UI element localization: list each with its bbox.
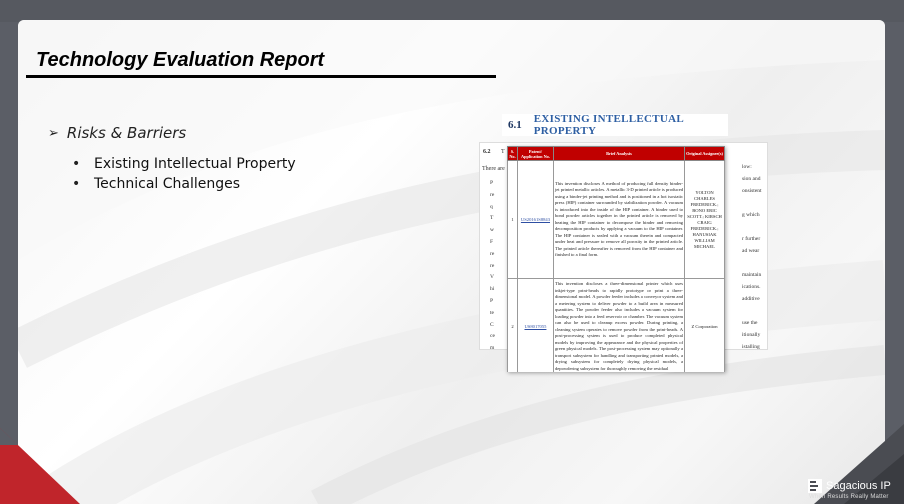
fragment xyxy=(742,221,767,233)
fragment: ications. xyxy=(742,284,761,290)
bullet-text: Existing Intellectual Property xyxy=(94,156,296,172)
bullet-list: • Existing Intellectual Property • Techn… xyxy=(72,154,296,194)
brand-logo: Sagacious IP xyxy=(808,479,891,493)
background-section-letter: T xyxy=(501,149,505,155)
document-heading-text: EXISTING INTELLECTUAL PROPERTY xyxy=(533,113,684,137)
fragment: onsistent xyxy=(742,188,762,194)
col-header-assignee: Original Assignee(s) xyxy=(684,146,725,161)
brand-name: Sagacious IP xyxy=(826,480,891,492)
fragment: sion and xyxy=(742,176,761,182)
col-header-sno: S. No. xyxy=(507,146,518,161)
cell-sno: 2 xyxy=(507,278,518,372)
cell-patent-link[interactable]: US8017055 xyxy=(516,278,554,372)
patent-table-excerpt: S. No. Patent/ Application No. Brief Ana… xyxy=(507,146,725,372)
brand-tagline: When Results Really Matter xyxy=(809,494,889,500)
sagacious-logo-icon xyxy=(808,479,822,493)
fragment xyxy=(742,305,767,317)
title-underline xyxy=(26,75,496,78)
red-corner-accent xyxy=(0,428,80,504)
slide: Technology Evaluation Report ➢ Risks & B… xyxy=(18,20,885,504)
fragment xyxy=(742,257,767,269)
fragment: itionally xyxy=(742,332,761,338)
bullet-dot-icon: • xyxy=(72,156,81,172)
document-heading-number: 6.1 xyxy=(508,119,522,131)
fragment: istalling xyxy=(742,344,760,350)
top-band xyxy=(0,0,904,22)
fragment: ad wear xyxy=(742,248,760,254)
table-row: 2 US8017055 This invention discloses a t… xyxy=(507,278,725,372)
table-header-row: S. No. Patent/ Application No. Brief Ana… xyxy=(507,146,725,161)
bullet-text: Technical Challenges xyxy=(94,176,241,192)
fragment: g which xyxy=(742,212,760,218)
bullet-dot-icon: • xyxy=(72,176,81,192)
fragment: use the xyxy=(742,320,758,326)
cell-patent-link[interactable]: US20161S8843 xyxy=(516,160,554,279)
background-intro-text: There are xyxy=(482,166,505,172)
background-right-fragments: low: sion and onsistent g which r furthe… xyxy=(742,161,767,350)
slide-title: Technology Evaluation Report xyxy=(36,49,325,71)
bullet-item: • Technical Challenges xyxy=(72,174,296,194)
fragment: low: xyxy=(742,164,752,170)
fragment: maintain xyxy=(742,272,762,278)
patent-table: S. No. Patent/ Application No. Brief Ana… xyxy=(507,146,725,372)
cell-analysis: This invention discloses A method of pro… xyxy=(552,160,686,279)
cell-analysis: This invention discloses a three-dimensi… xyxy=(552,278,686,372)
fragment: additive xyxy=(742,296,760,302)
section-label: Risks & Barriers xyxy=(66,124,187,142)
cell-assignee: Z Corporation xyxy=(684,278,725,372)
fragment xyxy=(742,197,767,209)
fragment: r further xyxy=(742,236,761,242)
bullet-item: • Existing Intellectual Property xyxy=(72,154,296,174)
cell-sno: 1 xyxy=(507,160,518,279)
table-row: 1 US20161S8843 This invention discloses … xyxy=(507,160,725,279)
background-section-number: 6.2 xyxy=(483,149,491,155)
col-header-patent: Patent/ Application No. xyxy=(516,146,554,161)
section-heading: ➢ Risks & Barriers xyxy=(48,124,186,142)
document-heading: 6.1 EXISTING INTELLECTUAL PROPERTY xyxy=(502,113,728,137)
cell-assignee: YOLTON CHARLES FREDERICK.; BONO ERIC SCO… xyxy=(684,160,725,279)
col-header-analysis: Brief Analysis xyxy=(552,146,686,161)
arrow-bullet-icon: ➢ xyxy=(48,125,59,141)
